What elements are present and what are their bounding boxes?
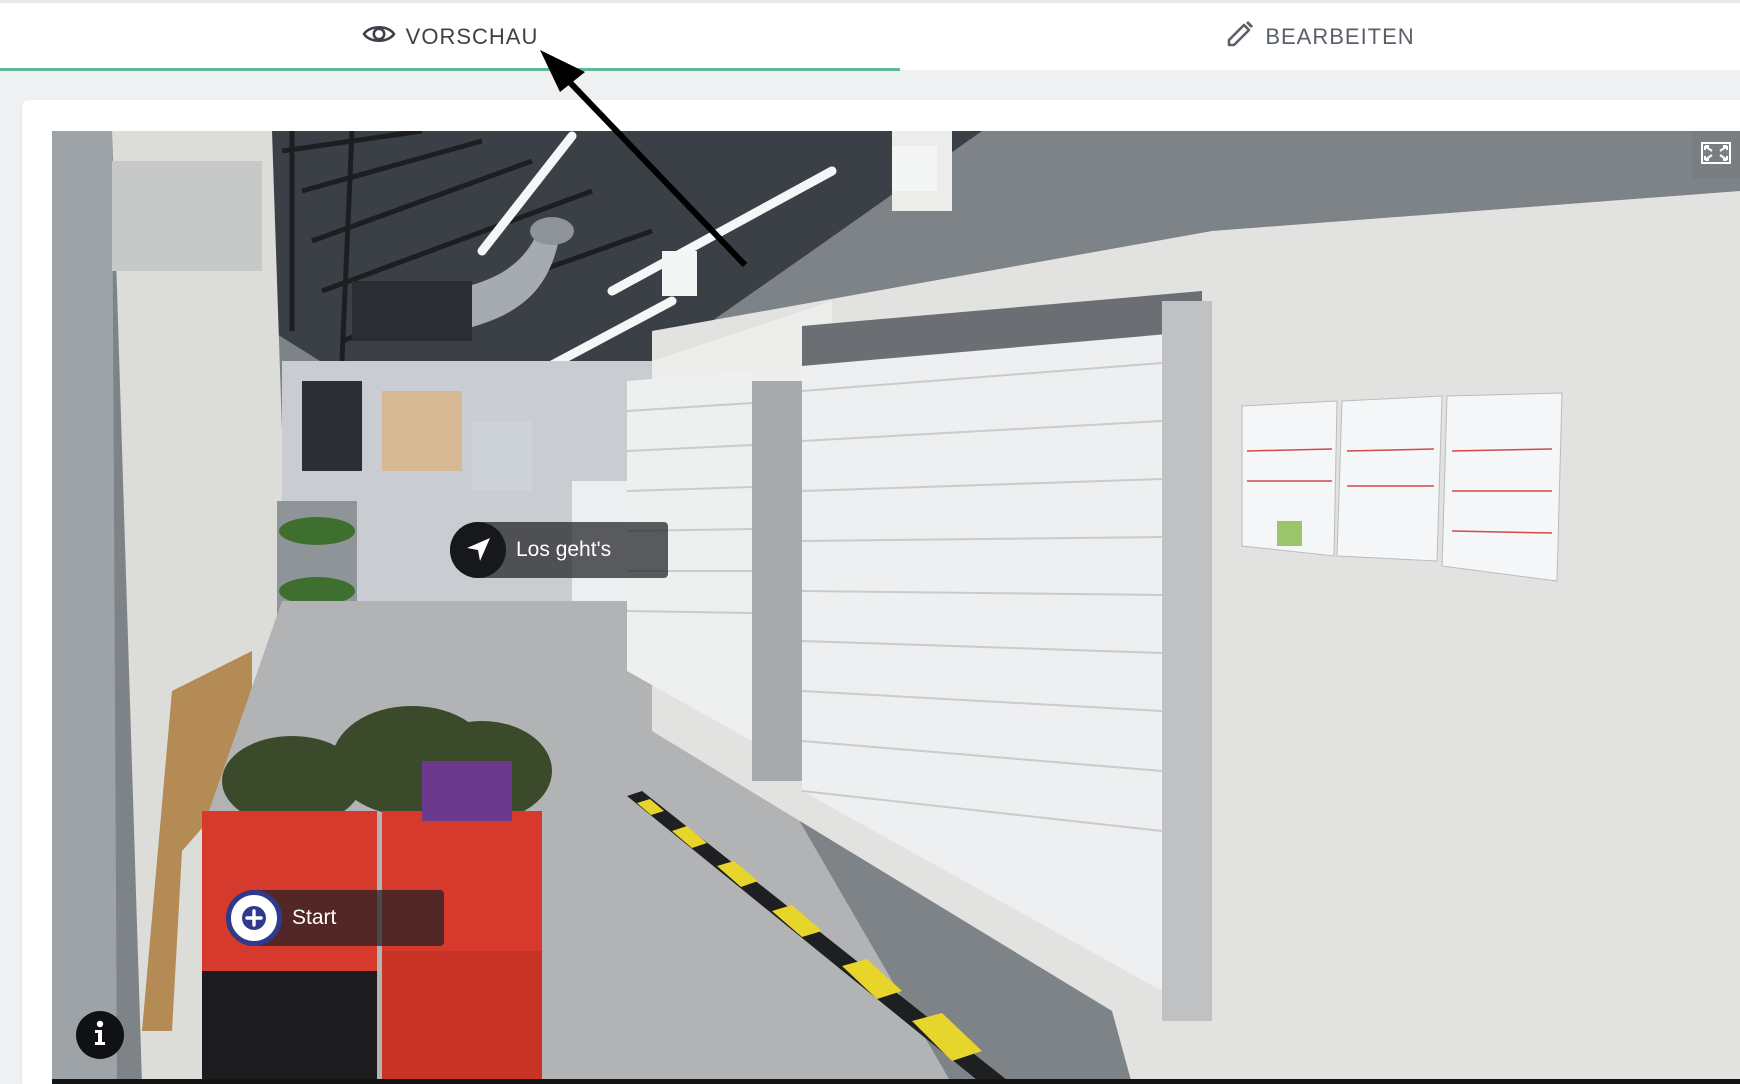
hotspot-start-label: Start xyxy=(292,906,337,929)
tab-bar: VORSCHAU BEARBEITEN xyxy=(0,0,1740,73)
hotspot-navigation[interactable]: Los geht's xyxy=(450,522,668,578)
tab-preview-label: VORSCHAU xyxy=(405,23,539,49)
info-button[interactable] xyxy=(76,1011,124,1059)
tab-preview[interactable]: VORSCHAU xyxy=(0,3,900,70)
eye-icon xyxy=(362,22,396,52)
hotspot-navigation-label: Los geht's xyxy=(516,538,612,561)
active-tab-indicator xyxy=(0,68,900,71)
fullscreen-button[interactable] xyxy=(1692,131,1740,179)
info-icon xyxy=(93,1020,107,1051)
navigation-arrow-icon xyxy=(450,522,506,578)
fullscreen-icon xyxy=(1700,141,1732,170)
viewer-bottom-edge xyxy=(52,1079,1740,1084)
tab-divider xyxy=(900,70,1740,73)
pencil-icon xyxy=(1225,19,1255,55)
plus-circle-icon xyxy=(226,890,282,946)
tab-edit-label: BEARBEITEN xyxy=(1265,23,1415,49)
hotspot-start[interactable]: Start xyxy=(226,890,444,946)
panorama-viewer[interactable]: Los geht's Start xyxy=(52,131,1740,1084)
tab-edit[interactable]: BEARBEITEN xyxy=(900,3,1740,70)
